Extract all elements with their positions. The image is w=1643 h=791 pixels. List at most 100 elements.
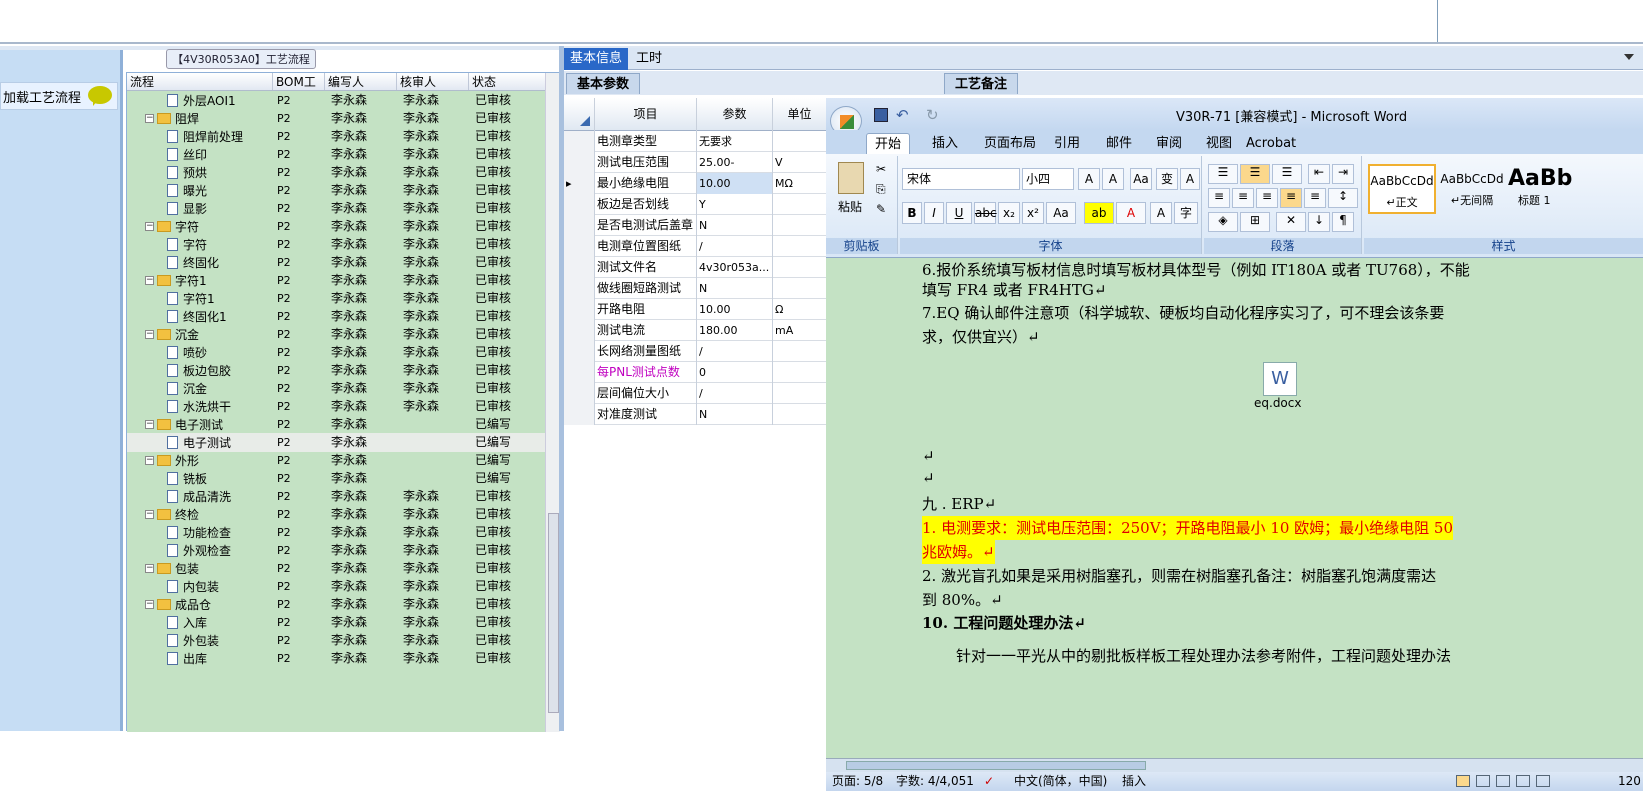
format-painter-icon[interactable]: ✎ [876,202,886,216]
document-area[interactable]: 6.报价系统填写板材信息时填写板材具体型号（例如 IT180A 或者 TU768… [826,258,1643,758]
decrease-indent-icon[interactable]: ⇤ [1308,164,1330,184]
param-row[interactable]: ▸ 最小绝缘电阻 10.00 MΩ [564,173,826,194]
save-icon[interactable] [874,108,888,122]
chinese-layout-icon[interactable]: ✕ [1276,212,1306,232]
tree-row[interactable]: 铣板 P2 李永森 已编写 [127,469,545,488]
ribbon-tab[interactable]: Acrobat [1238,133,1304,154]
doc-hscroll-thumb[interactable] [846,761,1146,770]
param-row[interactable]: 开路电阻 10.00 Ω [564,299,826,320]
distribute-icon[interactable]: ≡ [1304,188,1326,208]
font-name-select[interactable]: 宋体 [902,168,1020,190]
param-value[interactable]: N [697,215,773,236]
param-row[interactable]: 每PNL测试点数 0 [564,362,826,383]
tree-node[interactable]: 电子测试 [167,433,231,452]
tree-node[interactable]: 显影 [167,199,207,218]
tree-row[interactable]: 字符 P2 李永森 李永森 已审核 [127,235,545,254]
collapse-icon[interactable]: − [145,114,154,123]
row-selector[interactable] [564,299,595,320]
grow-font-icon[interactable]: A [1078,168,1100,190]
tree-node[interactable]: 入库 [167,613,207,632]
superscript-icon[interactable]: x² [1022,202,1044,224]
row-selector[interactable] [564,215,595,236]
row-selector[interactable] [564,131,595,152]
tab-process-notes[interactable]: 工艺备注 [944,73,1019,94]
tree-node[interactable]: 板边包胶 [167,361,231,380]
row-selector[interactable] [564,362,595,383]
row-selector[interactable]: ▸ [564,173,595,194]
param-row[interactable]: 板边是否划线 Y [564,194,826,215]
paste-icon[interactable] [838,162,864,194]
tree-scrollbar[interactable] [545,73,560,732]
tree-row[interactable]: 成品清洗 P2 李永森 李永森 已审核 [127,487,545,506]
status-zoom[interactable]: 120 [1618,772,1641,791]
tree-node[interactable]: 阻焊前处理 [167,127,243,146]
tree-node[interactable]: 内包装 [167,577,219,596]
change-case-icon[interactable]: Aa [1046,202,1076,224]
param-value[interactable]: 180.00 [697,320,773,341]
tree-node[interactable]: 预烘 [167,163,207,182]
shading-icon[interactable]: ◈ [1208,212,1238,232]
param-value[interactable]: 25.00-250.00 [697,152,773,190]
row-selector[interactable] [564,341,595,362]
tree-row[interactable]: − 电子测试 P2 李永森 已编写 [127,415,545,434]
tree-row[interactable]: 外层AOI1 P2 李永森 李永森 已审核 [127,91,545,110]
tree-row[interactable]: − 终检 P2 李永森 李永森 已审核 [127,505,545,524]
param-value[interactable]: Y [697,194,773,215]
status-mode[interactable]: 插入 [1122,772,1146,791]
ribbon-tab[interactable]: 页面布局 [976,133,1044,154]
col-flow[interactable]: 流程 [127,73,273,90]
tree-row[interactable]: 电子测试 P2 李永森 已编写 [127,433,545,452]
col-bom[interactable]: BOM工厂 [273,73,325,107]
tree-row[interactable]: − 阻焊 P2 李永森 李永森 已审核 [127,109,545,128]
param-value[interactable]: N [697,278,773,299]
param-row[interactable]: 电测章位置图纸 / [564,236,826,257]
show-marks-icon[interactable]: ¶ [1332,212,1354,232]
tree-node[interactable]: 功能检查 [167,523,231,542]
bullets-icon[interactable]: ☰ [1208,164,1238,184]
ribbon-tab[interactable]: 视图 [1198,133,1240,154]
style-heading1[interactable]: AaBb 标题 1 [1508,164,1576,214]
param-value[interactable]: 10.00 [697,299,773,320]
tree-node[interactable]: − 阻焊 [145,109,199,128]
tree-row[interactable]: 外观检查 P2 李永森 李永森 已审核 [127,541,545,560]
header-item[interactable]: 项目 [595,98,697,131]
proofing-icon[interactable]: ✓ [984,772,994,791]
phonetic-icon[interactable]: 变 [1156,168,1178,190]
param-row[interactable]: 测试文件名 4v30r053a... [564,257,826,278]
subscript-icon[interactable]: x₂ [998,202,1020,224]
print-layout-icon[interactable] [1456,775,1470,787]
tree-row[interactable]: 功能检查 P2 李永森 李永森 已审核 [127,523,545,542]
param-value[interactable]: 4v30r053a... [697,257,773,278]
param-row[interactable]: 层间偏位大小 / [564,383,826,404]
tree-node[interactable]: 外层AOI1 [167,91,236,110]
increase-indent-icon[interactable]: ⇥ [1332,164,1354,184]
param-row[interactable]: 做线圈短路测试 N [564,278,826,299]
underline-icon[interactable]: U [946,202,972,224]
tree-row[interactable]: 丝印 P2 李永森 李永森 已审核 [127,145,545,164]
font-size-select[interactable]: 小四 [1022,168,1074,190]
char-border-icon[interactable]: A [1180,168,1200,190]
row-selector[interactable] [564,404,595,425]
sort-icon[interactable]: ↓ [1308,212,1330,232]
param-row[interactable]: 电测章类型 无要求 [564,131,826,152]
tree-node[interactable]: 外观检查 [167,541,231,560]
row-selector[interactable] [564,257,595,278]
status-words[interactable]: 字数: 4/4,051 [896,772,974,791]
tree-node[interactable]: 水洗烘干 [167,397,231,416]
tree-row[interactable]: 显影 P2 李永森 李永森 已审核 [127,199,545,218]
tree-row[interactable]: − 外形 P2 李永森 已编写 [127,451,545,470]
row-selector[interactable] [564,236,595,257]
redo-icon[interactable]: ↻ [926,106,939,124]
tree-row[interactable]: − 字符 P2 李永森 李永森 已审核 [127,217,545,236]
tree-node[interactable]: 字符 [167,235,207,254]
collapse-icon[interactable]: − [145,510,154,519]
outline-icon[interactable] [1516,775,1530,787]
param-row[interactable]: 测试电流 180.00 mA [564,320,826,341]
tree-node[interactable]: − 包装 [145,559,199,578]
ribbon-tab[interactable]: 审阅 [1148,133,1190,154]
tree-node[interactable]: 喷砂 [167,343,207,362]
tree-node[interactable]: − 终检 [145,505,199,524]
row-selector[interactable] [564,194,595,215]
ribbon-tab[interactable]: 开始 [866,133,911,154]
comment-bubble-icon[interactable] [88,86,112,106]
